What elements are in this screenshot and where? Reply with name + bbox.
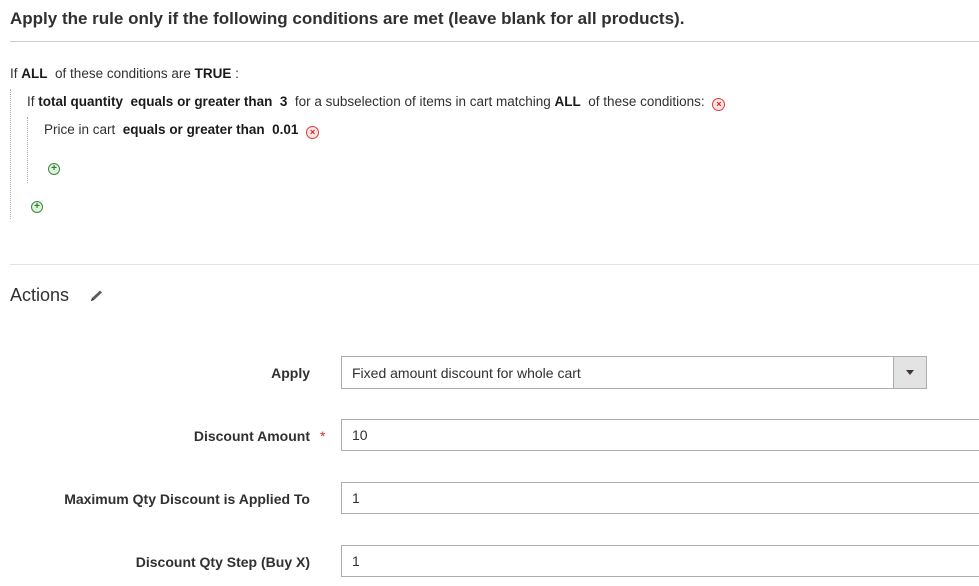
subselect-suffix: of these conditions: [588, 94, 705, 109]
discount-amount-input[interactable] [341, 419, 979, 451]
root-condition-line: If ALL of these conditions are TRUE : [10, 66, 239, 81]
required-marker: * [320, 428, 326, 444]
apply-select[interactable]: Fixed amount discount for whole cart [341, 356, 927, 389]
discount-qty-step-input[interactable] [341, 545, 979, 577]
add-subcondition-icon[interactable]: + [48, 163, 60, 175]
remove-subselect-icon[interactable]: × [712, 98, 726, 111]
chevron-down-icon[interactable] [893, 357, 926, 388]
root-middle-text: of these conditions are [55, 66, 191, 81]
price-condition-line: Price in cart equals or greater than 0.0… [44, 122, 320, 139]
remove-price-condition-icon[interactable]: × [306, 126, 320, 139]
root-value-link[interactable]: TRUE [195, 66, 232, 81]
subselect-prefix: If [27, 94, 35, 109]
conditions-heading: Apply the rule only if the following con… [10, 9, 685, 28]
apply-select-value: Fixed amount discount for whole cart [352, 365, 581, 381]
subselect-value-link[interactable]: 3 [280, 94, 288, 109]
section-divider [10, 264, 979, 265]
subselect-attribute-link[interactable]: total quantity [38, 94, 123, 109]
root-prefix: If [10, 66, 18, 81]
root-suffix: : [235, 66, 239, 81]
discount-amount-label: Discount Amount [193, 428, 310, 444]
price-value-link[interactable]: 0.01 [272, 122, 298, 137]
subselect-condition-line: If total quantity equals or greater than… [27, 94, 726, 111]
subselect-aggregator-link[interactable]: ALL [555, 94, 581, 109]
max-qty-input[interactable] [341, 482, 979, 514]
tree-guide-inner [27, 117, 28, 183]
pencil-edit-icon[interactable] [89, 289, 105, 303]
price-operator-link[interactable]: equals or greater than [123, 122, 265, 137]
actions-section-title: Actions [10, 285, 70, 305]
price-attribute: Price in cart [44, 122, 116, 137]
add-condition-icon[interactable]: + [31, 201, 43, 213]
apply-label: Apply [271, 365, 310, 381]
subselect-operator-link[interactable]: equals or greater than [131, 94, 273, 109]
max-qty-label: Maximum Qty Discount is Applied To [64, 491, 310, 507]
discount-qty-step-label: Discount Qty Step (Buy X) [135, 554, 310, 570]
tree-guide-outer [10, 89, 11, 219]
root-aggregator-link[interactable]: ALL [21, 66, 47, 81]
heading-divider [10, 41, 979, 42]
subselect-middle-text: for a subselection of items in cart matc… [294, 94, 551, 109]
